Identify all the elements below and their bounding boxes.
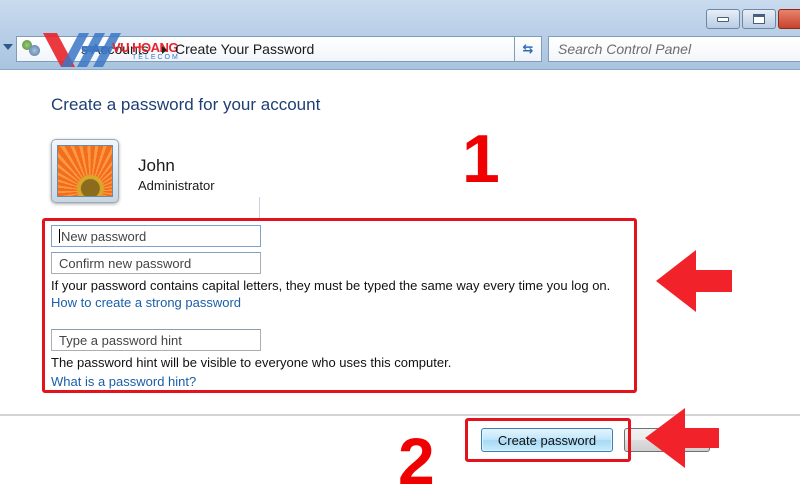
annotation-box-step2 bbox=[465, 418, 631, 462]
minimize-icon bbox=[717, 16, 729, 22]
refresh-button[interactable]: ⇆ bbox=[514, 36, 542, 62]
maximize-button[interactable] bbox=[742, 9, 776, 29]
avatar bbox=[51, 139, 119, 203]
user-role: Administrator bbox=[138, 178, 215, 193]
maximize-icon bbox=[753, 14, 765, 24]
breadcrumb-separator-icon[interactable] bbox=[162, 46, 167, 54]
annotation-step1-number: 1 bbox=[462, 121, 500, 197]
refresh-icon: ⇆ bbox=[522, 41, 534, 57]
window-chrome: s Accounts VU HOANG TELECOM Create Your … bbox=[0, 0, 800, 70]
breadcrumb-current[interactable]: Create Your Password bbox=[175, 41, 314, 57]
annotation-box-step1 bbox=[42, 218, 637, 393]
annotation-step2-number: 2 bbox=[398, 424, 435, 498]
arrow-left-icon-step2 bbox=[645, 408, 719, 468]
arrow-left-icon-step1 bbox=[656, 250, 732, 312]
watermark-text: VU HOANG bbox=[112, 40, 179, 55]
search-input[interactable]: Search Control Panel bbox=[548, 36, 800, 62]
flower-avatar-image bbox=[57, 145, 113, 197]
window-controls bbox=[706, 9, 800, 29]
page-title: Create a password for your account bbox=[51, 95, 321, 114]
watermark-subtext: TELECOM bbox=[132, 54, 180, 61]
user-name: John bbox=[138, 156, 175, 175]
close-button[interactable] bbox=[778, 9, 800, 29]
address-bar[interactable]: s Accounts VU HOANG TELECOM Create Your … bbox=[16, 33, 540, 67]
user-accounts-icon bbox=[21, 40, 41, 58]
recent-pages-dropdown-icon[interactable] bbox=[3, 44, 13, 50]
divider bbox=[259, 197, 260, 219]
minimize-button[interactable] bbox=[706, 9, 740, 29]
search-placeholder: Search Control Panel bbox=[558, 41, 692, 57]
